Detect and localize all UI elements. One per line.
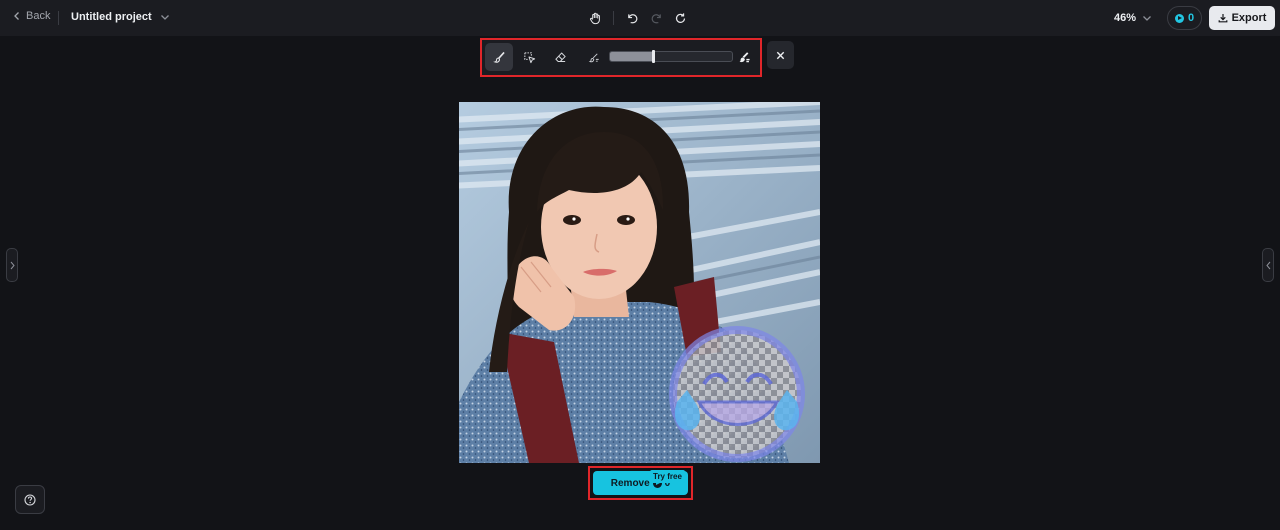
zoom-level: 46% bbox=[1114, 12, 1137, 24]
try-free-badge: Try free bbox=[650, 470, 685, 483]
chevron-left-icon bbox=[14, 12, 19, 20]
brush-size-small-icon bbox=[588, 52, 599, 62]
brush-size-large-icon bbox=[738, 51, 750, 62]
history-toolbar bbox=[583, 8, 692, 28]
brush-size-slider-thumb[interactable] bbox=[652, 50, 655, 63]
brush-toolbar bbox=[480, 38, 762, 77]
hand-icon bbox=[589, 12, 600, 24]
help-icon bbox=[24, 493, 36, 506]
brush-size-small-icon-button bbox=[583, 43, 605, 71]
right-panel-toggle[interactable] bbox=[1262, 248, 1274, 282]
brush-size-slider[interactable] bbox=[609, 50, 733, 63]
credit-coin-icon bbox=[1174, 13, 1184, 23]
undo-button[interactable] bbox=[620, 8, 644, 28]
refresh-icon bbox=[675, 12, 685, 23]
brush-size-large-icon-button bbox=[733, 43, 755, 71]
eraser-icon bbox=[554, 52, 566, 62]
brush-icon bbox=[492, 51, 505, 63]
export-label: Export bbox=[1231, 12, 1267, 24]
top-bar: Back Untitled project 46% 0 Export bbox=[0, 0, 1280, 36]
redo-button[interactable] bbox=[644, 8, 668, 28]
chevron-down-icon bbox=[160, 15, 169, 20]
hand-tool-button[interactable] bbox=[583, 8, 607, 28]
undo-icon bbox=[627, 13, 637, 23]
back-button[interactable]: Back bbox=[12, 10, 50, 22]
brush-size-slider-fill bbox=[610, 52, 653, 61]
chevron-left-icon bbox=[1265, 261, 1270, 269]
credits-count: 0 bbox=[1187, 12, 1195, 24]
zoom-dropdown[interactable]: 46% bbox=[1114, 12, 1152, 24]
image-canvas[interactable] bbox=[459, 102, 820, 463]
close-icon bbox=[776, 51, 785, 59]
eraser-tool-button[interactable] bbox=[546, 43, 574, 71]
chevron-right-icon bbox=[10, 261, 15, 269]
refresh-button[interactable] bbox=[668, 8, 692, 28]
back-label: Back bbox=[26, 10, 51, 22]
brush-tool-button[interactable] bbox=[485, 43, 513, 71]
download-icon bbox=[1218, 14, 1227, 23]
remove-label: Remove bbox=[610, 477, 650, 489]
portrait-photo bbox=[459, 102, 820, 463]
project-title: Untitled project bbox=[71, 11, 152, 23]
chevron-down-icon bbox=[1143, 16, 1151, 21]
select-cursor-icon bbox=[523, 51, 535, 63]
left-panel-toggle[interactable] bbox=[6, 248, 18, 282]
redo-icon bbox=[651, 13, 661, 23]
divider bbox=[58, 11, 59, 25]
close-brush-toolbar-button[interactable] bbox=[767, 41, 794, 69]
credits-button[interactable]: 0 bbox=[1167, 6, 1202, 30]
crying-laughing-emoji-overlay bbox=[669, 326, 805, 462]
export-button[interactable]: Export bbox=[1209, 6, 1275, 30]
smart-select-tool-button[interactable] bbox=[515, 43, 543, 71]
help-button[interactable] bbox=[15, 485, 45, 514]
project-title-dropdown[interactable]: Untitled project bbox=[71, 11, 170, 23]
divider bbox=[613, 11, 614, 25]
